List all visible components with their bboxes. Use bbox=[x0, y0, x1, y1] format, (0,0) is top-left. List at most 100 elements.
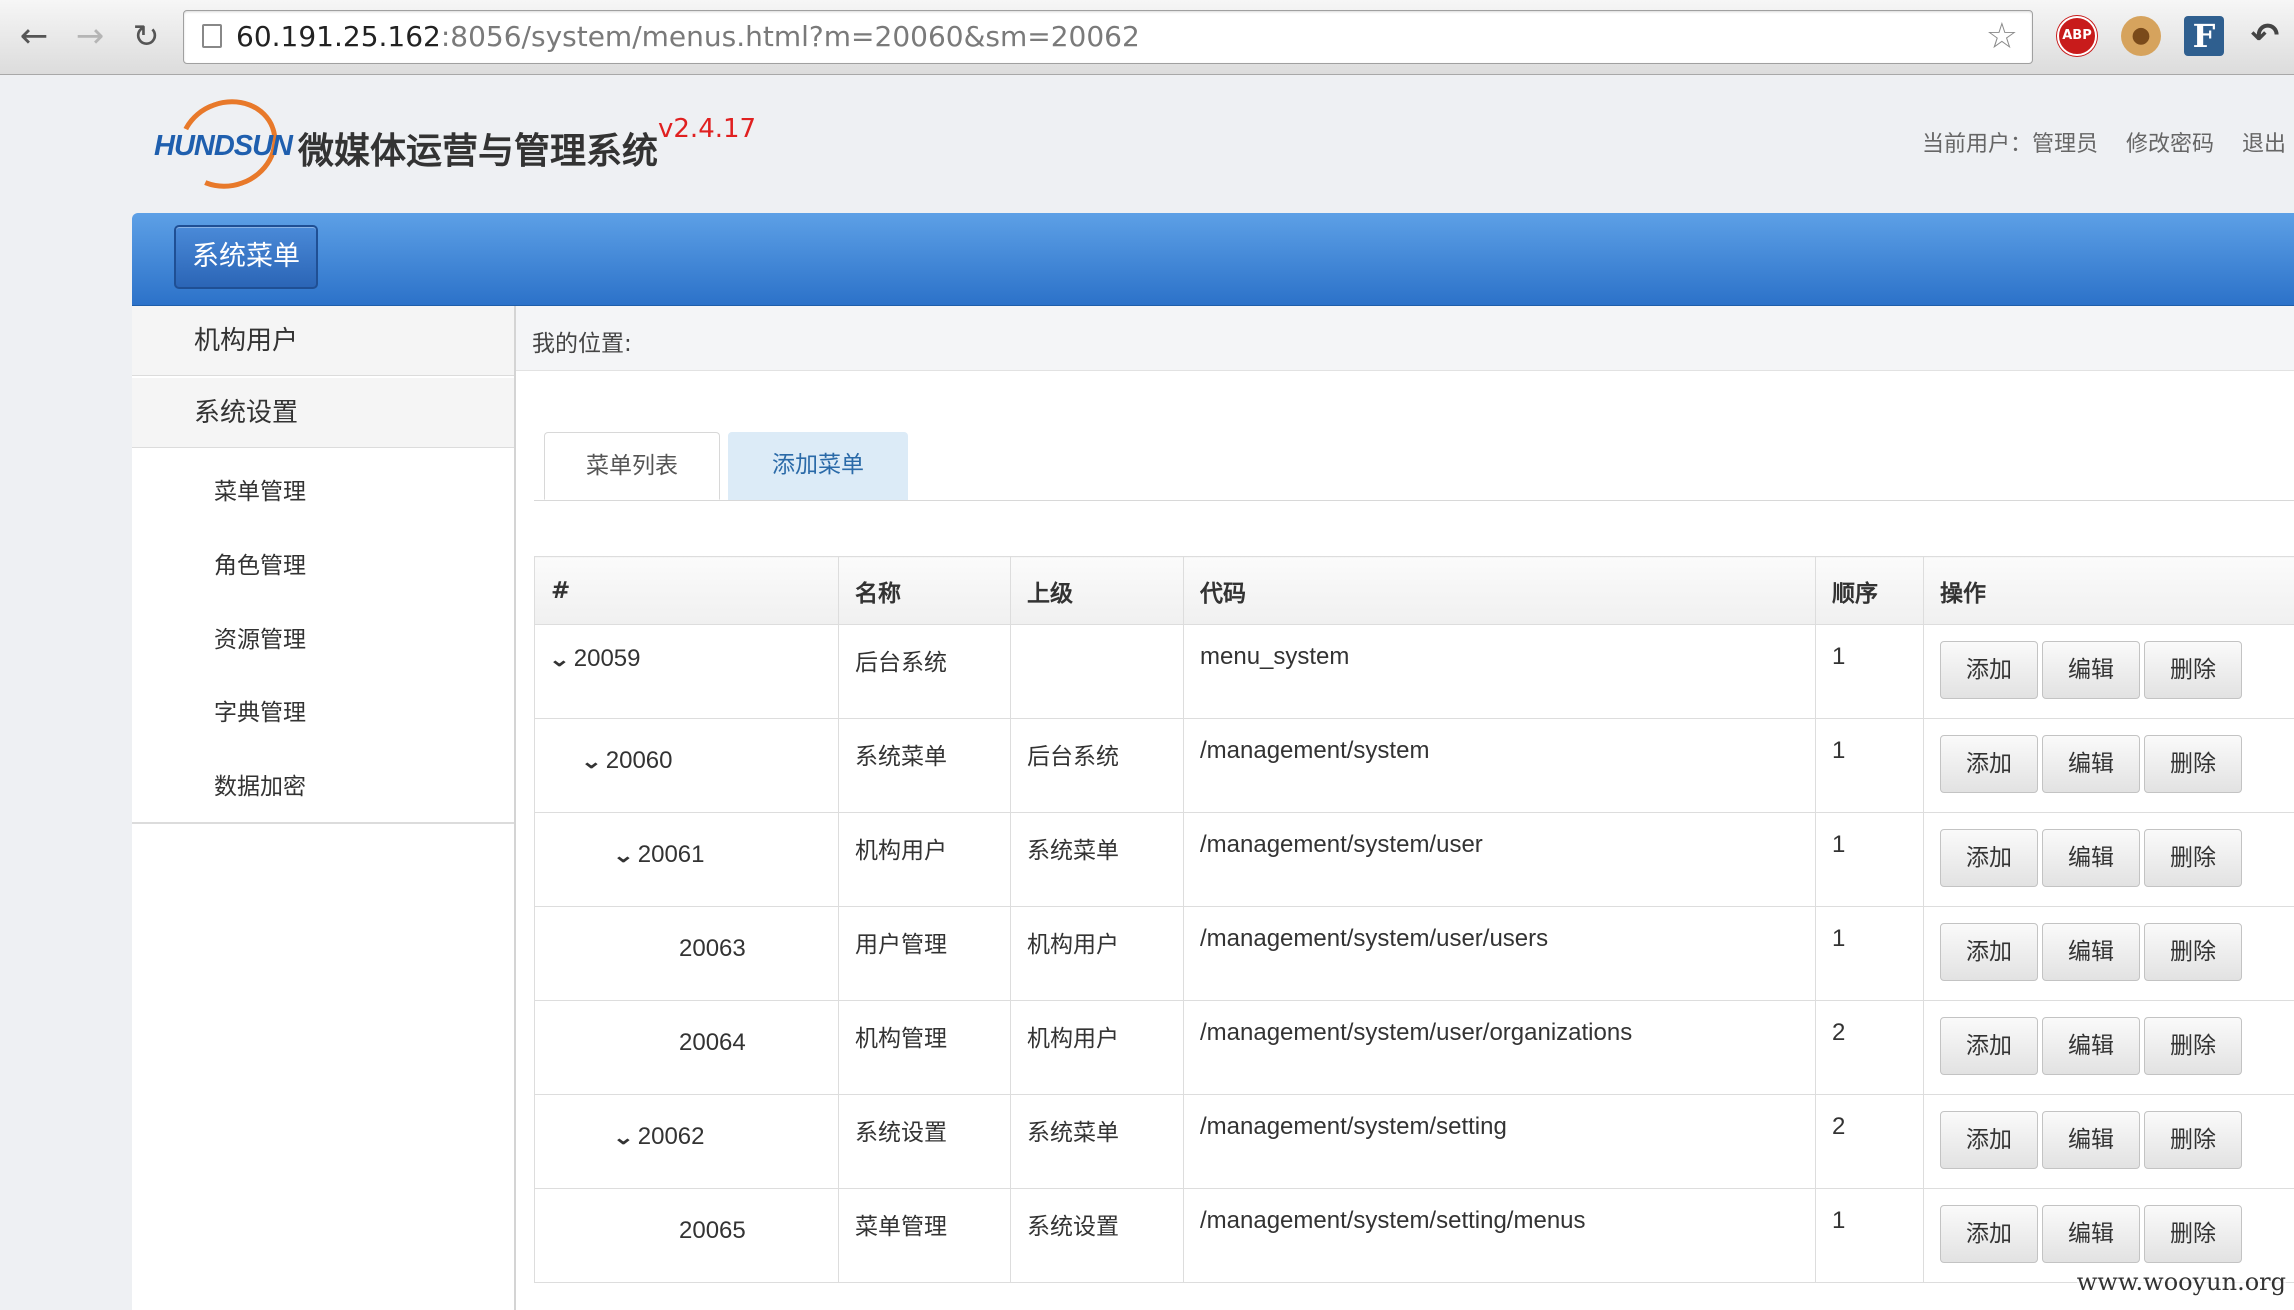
sidebar-item-role-management[interactable]: 角色管理 bbox=[214, 546, 306, 580]
add-button[interactable]: 添加 bbox=[1940, 829, 2038, 887]
sidebar-item-dictionary-management[interactable]: 字典管理 bbox=[214, 693, 306, 727]
add-button[interactable]: 添加 bbox=[1940, 923, 2038, 981]
table-header-row: # 名称 上级 代码 顺序 操作 bbox=[534, 556, 2294, 625]
chevron-down-icon[interactable]: ⌄ bbox=[548, 647, 570, 672]
menu-code: /management/system/setting bbox=[1183, 1094, 1816, 1189]
menu-id-cell: ⌄ 20059 bbox=[534, 624, 839, 719]
edit-button[interactable]: 编辑 bbox=[2042, 641, 2140, 699]
reload-icon[interactable]: ↻ bbox=[124, 14, 168, 58]
delete-button[interactable]: 删除 bbox=[2144, 1111, 2242, 1169]
menu-name: 菜单管理 bbox=[838, 1188, 1011, 1283]
star-icon[interactable]: ☆ bbox=[1986, 15, 2018, 59]
logout-link[interactable]: 退出 bbox=[2242, 132, 2286, 157]
undo-icon[interactable]: ↶ bbox=[2245, 16, 2285, 56]
sidebar-group-org-users[interactable]: 机构用户 bbox=[132, 306, 514, 376]
menu-name: 系统菜单 bbox=[838, 718, 1011, 813]
delete-button[interactable]: 删除 bbox=[2144, 923, 2242, 981]
table-row: ⌄ 20060 系统菜单 后台系统 /management/system 1 添加… bbox=[534, 718, 2294, 813]
add-button[interactable]: 添加 bbox=[1940, 1111, 2038, 1169]
table-row: 20064 机构管理 机构用户 /management/system/user/… bbox=[534, 1000, 2294, 1095]
table-row: 20063 用户管理 机构用户 /management/system/user/… bbox=[534, 906, 2294, 1001]
arrow-left-icon[interactable]: ← bbox=[12, 14, 56, 58]
adblock-icon[interactable]: ABP bbox=[2057, 16, 2097, 56]
menu-id: 20060 bbox=[605, 747, 673, 774]
menu-code: /management/system bbox=[1183, 718, 1816, 813]
top-tab-system-menu[interactable]: 系统菜单 bbox=[174, 225, 318, 289]
sidebar-group-system-settings[interactable]: 系统设置 bbox=[132, 378, 514, 448]
delete-button[interactable]: 删除 bbox=[2144, 1205, 2242, 1263]
edit-button[interactable]: 编辑 bbox=[2042, 1111, 2140, 1169]
col-header-name: 名称 bbox=[838, 556, 1011, 625]
delete-button[interactable]: 删除 bbox=[2144, 829, 2242, 887]
menu-code: /management/system/setting/menus bbox=[1183, 1188, 1816, 1283]
actions-cell: 添加 编辑 删除 bbox=[1923, 906, 2294, 1001]
menu-parent: 系统菜单 bbox=[1010, 1094, 1184, 1189]
edit-button[interactable]: 编辑 bbox=[2042, 735, 2140, 793]
current-user-name[interactable]: 管理员 bbox=[2032, 132, 2098, 157]
version-label: v2.4.17 bbox=[658, 114, 757, 144]
actions-cell: 添加 编辑 删除 bbox=[1923, 1000, 2294, 1095]
menu-order: 1 bbox=[1815, 812, 1924, 907]
menu-id-cell: 20065 bbox=[534, 1188, 839, 1283]
sidebar-item-menu-management[interactable]: 菜单管理 bbox=[214, 472, 306, 506]
menu-id-cell: 20064 bbox=[534, 1000, 839, 1095]
menu-order: 2 bbox=[1815, 1000, 1924, 1095]
delete-button[interactable]: 删除 bbox=[2144, 735, 2242, 793]
add-button[interactable]: 添加 bbox=[1940, 641, 2038, 699]
menu-order: 1 bbox=[1815, 906, 1924, 1001]
menu-id: 20064 bbox=[679, 1029, 746, 1056]
chevron-down-icon[interactable]: ⌄ bbox=[612, 1125, 634, 1150]
menu-parent: 系统菜单 bbox=[1010, 812, 1184, 907]
chevron-down-icon[interactable]: ⌄ bbox=[612, 843, 634, 868]
menu-order: 1 bbox=[1815, 718, 1924, 813]
menu-parent bbox=[1010, 624, 1184, 719]
menu-name: 机构管理 bbox=[838, 1000, 1011, 1095]
menu-parent: 机构用户 bbox=[1010, 906, 1184, 1001]
url-text[interactable]: 60.191.25.162:8056/system/menus.html?m=2… bbox=[236, 11, 1140, 63]
tab-menu-list[interactable]: 菜单列表 bbox=[544, 432, 720, 500]
arrow-right-icon[interactable]: → bbox=[68, 14, 112, 58]
tab-add-menu[interactable]: 添加菜单 bbox=[728, 432, 908, 500]
add-button[interactable]: 添加 bbox=[1940, 735, 2038, 793]
sidebar-item-data-encryption[interactable]: 数据加密 bbox=[214, 767, 306, 801]
menu-id-cell: 20063 bbox=[534, 906, 839, 1001]
menu-order: 1 bbox=[1815, 1188, 1924, 1283]
top-menu-bar: 系统菜单 bbox=[132, 213, 2294, 306]
sidebar-item-resource-management[interactable]: 资源管理 bbox=[214, 620, 306, 654]
menu-code: /management/system/user bbox=[1183, 812, 1816, 907]
menu-id-cell: ⌄ 20060 bbox=[534, 718, 839, 813]
add-button[interactable]: 添加 bbox=[1940, 1205, 2038, 1263]
current-user: 当前用户：管理员 bbox=[1922, 132, 2098, 157]
menu-order: 2 bbox=[1815, 1094, 1924, 1189]
table-row: ⌄ 20059 后台系统 menu_system 1 添加 编辑 删除 bbox=[534, 624, 2294, 719]
table-row: ⌄ 20062 系统设置 系统菜单 /management/system/sett… bbox=[534, 1094, 2294, 1189]
address-bar[interactable]: 60.191.25.162:8056/system/menus.html?m=2… bbox=[183, 10, 2033, 64]
menu-code: /management/system/user/users bbox=[1183, 906, 1816, 1001]
user-area: 当前用户：管理员 修改密码 退出 bbox=[1922, 126, 2294, 158]
add-button[interactable]: 添加 bbox=[1940, 1017, 2038, 1075]
menu-table: # 名称 上级 代码 顺序 操作 ⌄ 20059 后台系统 menu_system… bbox=[534, 556, 2294, 1283]
edit-button[interactable]: 编辑 bbox=[2042, 829, 2140, 887]
chevron-down-icon[interactable]: ⌄ bbox=[580, 749, 602, 774]
edit-button[interactable]: 编辑 bbox=[2042, 1017, 2140, 1075]
breadcrumb-label: 我的位置: bbox=[532, 331, 632, 357]
col-header-id: # bbox=[534, 556, 839, 625]
table-row: 20065 菜单管理 系统设置 /management/system/setti… bbox=[534, 1188, 2294, 1283]
menu-parent: 后台系统 bbox=[1010, 718, 1184, 813]
change-password-link[interactable]: 修改密码 bbox=[2126, 132, 2214, 157]
menu-order: 1 bbox=[1815, 624, 1924, 719]
menu-parent: 系统设置 bbox=[1010, 1188, 1184, 1283]
current-user-label: 当前用户： bbox=[1921, 132, 2032, 157]
edit-button[interactable]: 编辑 bbox=[2042, 923, 2140, 981]
menu-name: 用户管理 bbox=[838, 906, 1011, 1001]
cookie-icon[interactable]: ● bbox=[2121, 16, 2161, 56]
edit-button[interactable]: 编辑 bbox=[2042, 1205, 2140, 1263]
menu-id: 20061 bbox=[637, 841, 705, 868]
main-content: 我的位置: 菜单列表 添加菜单 # 名称 上级 代码 顺序 操作 ⌄ 20059 … bbox=[516, 306, 2294, 1310]
f-extension-icon[interactable]: F bbox=[2184, 16, 2224, 56]
browser-toolbar: ← → ↻ 60.191.25.162:8056/system/menus.ht… bbox=[0, 0, 2294, 75]
menu-name: 机构用户 bbox=[838, 812, 1011, 907]
delete-button[interactable]: 删除 bbox=[2144, 641, 2242, 699]
tab-divider bbox=[534, 500, 2294, 501]
delete-button[interactable]: 删除 bbox=[2144, 1017, 2242, 1075]
